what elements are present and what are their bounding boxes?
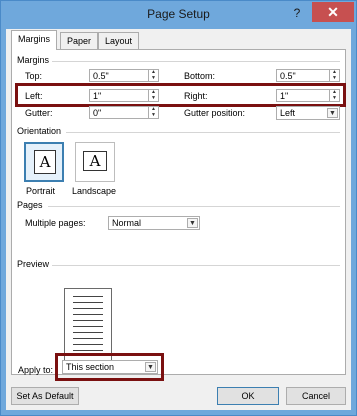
portrait-option[interactable]: A	[24, 142, 64, 182]
dialog-body: Margins Paper Layout Margins Top: 0.5" ▲…	[6, 29, 351, 410]
gutter-position-label: Gutter position:	[184, 108, 246, 118]
preview-text-line	[73, 320, 103, 321]
margins-tab-panel: Margins Top: 0.5" ▲ ▼ Bottom: 0.5" ▲ ▼ Lef…	[11, 49, 346, 381]
landscape-option[interactable]: A	[75, 142, 115, 182]
preview-section-label: Preview	[17, 259, 50, 269]
top-margin-spinner[interactable]: 0.5" ▲ ▼	[89, 69, 159, 82]
orientation-divider	[66, 132, 340, 133]
tab-layout[interactable]: Layout	[98, 32, 140, 49]
margins-section-label: Margins	[17, 55, 50, 65]
down-arrow-icon[interactable]: ▼	[149, 75, 158, 82]
help-button[interactable]: ?	[289, 6, 305, 22]
top-margin-label: Top:	[25, 71, 43, 81]
gutter-spinner-arrows[interactable]: ▲ ▼	[148, 107, 158, 118]
bottom-margin-label: Bottom:	[184, 71, 216, 81]
preview-text-line	[73, 326, 103, 327]
preview-text-line	[73, 350, 103, 351]
left-margin-spinner[interactable]: 1" ▲ ▼	[89, 89, 159, 102]
pages-divider	[48, 206, 340, 207]
down-arrow-icon[interactable]: ▼	[149, 95, 158, 102]
gutter-label: Gutter:	[25, 108, 53, 118]
preview-text-line	[73, 302, 103, 303]
preview-text-line	[73, 344, 103, 345]
bottom-margin-value: 0.5"	[280, 71, 296, 81]
preview-text-line	[73, 314, 103, 315]
tab-paper[interactable]: Paper	[60, 32, 99, 49]
apply-to-select[interactable]: This section ▼	[62, 360, 158, 374]
right-margin-spinner[interactable]: 1" ▲ ▼	[276, 89, 340, 102]
preview-text-line	[73, 338, 103, 339]
chevron-down-icon[interactable]: ▼	[145, 362, 156, 372]
ok-button[interactable]: OK	[217, 387, 279, 405]
close-button[interactable]: ✕	[312, 2, 354, 22]
gutter-position-select[interactable]: Left ▼	[276, 106, 340, 120]
margins-divider	[52, 61, 340, 62]
bottom-spinner-arrows[interactable]: ▲ ▼	[329, 70, 339, 81]
multiple-pages-select[interactable]: Normal ▼	[108, 216, 200, 230]
gutter-value: 0"	[93, 108, 102, 118]
preview-divider	[52, 265, 340, 266]
preview-text-line	[73, 332, 103, 333]
bottom-margin-spinner[interactable]: 0.5" ▲ ▼	[276, 69, 340, 82]
gutter-position-value: Left	[280, 108, 296, 118]
preview-text-line	[73, 296, 103, 297]
chevron-down-icon[interactable]: ▼	[187, 218, 198, 228]
portrait-page-icon: A	[34, 150, 56, 174]
title-bar: Page Setup ? ✕	[1, 1, 356, 29]
cancel-button[interactable]: Cancel	[286, 387, 346, 405]
portrait-label: Portrait	[26, 186, 56, 196]
landscape-page-icon: A	[83, 151, 107, 171]
down-arrow-icon[interactable]: ▼	[330, 75, 339, 82]
page-setup-dialog: Page Setup ? ✕ Margins Paper Layout Marg…	[0, 0, 357, 416]
top-spinner-arrows[interactable]: ▲ ▼	[148, 70, 158, 81]
gutter-spinner[interactable]: 0" ▲ ▼	[89, 106, 159, 119]
multiple-pages-label: Multiple pages:	[25, 218, 86, 228]
down-arrow-icon[interactable]: ▼	[330, 95, 339, 102]
left-margin-label: Left:	[25, 91, 43, 101]
apply-to-value: This section	[66, 362, 115, 372]
chevron-down-icon[interactable]: ▼	[327, 108, 338, 118]
right-margin-label: Right:	[184, 91, 208, 101]
top-margin-value: 0.5"	[93, 71, 109, 81]
set-as-default-button[interactable]: Set As Default	[11, 387, 79, 405]
landscape-label: Landscape	[72, 186, 117, 196]
right-margin-value: 1"	[280, 91, 289, 101]
right-spinner-arrows[interactable]: ▲ ▼	[329, 90, 339, 101]
left-spinner-arrows[interactable]: ▲ ▼	[148, 90, 158, 101]
orientation-section-label: Orientation	[17, 126, 62, 136]
tab-margins[interactable]: Margins	[11, 30, 58, 50]
pages-section-label: Pages	[17, 200, 43, 210]
apply-to-label: Apply to:	[18, 365, 54, 375]
preview-text-line	[73, 308, 103, 309]
down-arrow-icon[interactable]: ▼	[149, 112, 158, 119]
multiple-pages-value: Normal	[112, 218, 142, 228]
left-margin-value: 1"	[93, 91, 102, 101]
